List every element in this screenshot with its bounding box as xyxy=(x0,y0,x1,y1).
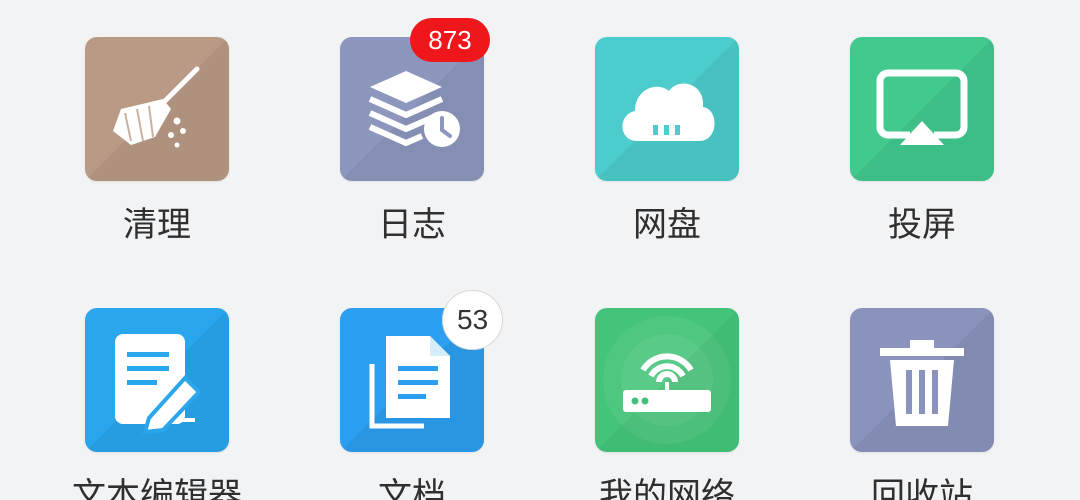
app-screen-cast[interactable]: 投屏 xyxy=(812,37,1032,245)
app-label-clean: 清理 xyxy=(123,205,191,245)
app-my-network[interactable]: 我的网络 xyxy=(557,308,777,500)
unread-count-badge: 873 xyxy=(410,18,490,62)
app-label-text-editor: 文本编辑器 xyxy=(72,476,242,500)
unread-count-badge: 53 xyxy=(442,290,504,350)
router-icon xyxy=(595,308,739,452)
app-grid: 清理 873 日志 网盘 投屏 文本编辑器 53 文档 我的网络 回收站 xyxy=(0,0,1080,500)
app-label-screen-cast: 投屏 xyxy=(888,205,956,245)
app-log[interactable]: 873 日志 xyxy=(302,18,522,245)
app-recycle-bin[interactable]: 回收站 xyxy=(812,308,1032,500)
document-pen-icon xyxy=(85,308,229,452)
app-clean[interactable]: 清理 xyxy=(47,37,267,245)
app-label-my-network: 我的网络 xyxy=(599,476,735,500)
trash-icon xyxy=(850,308,994,452)
app-documents[interactable]: 53 文档 xyxy=(302,290,522,500)
app-label-documents: 文档 xyxy=(378,476,446,500)
screen-cast-icon xyxy=(850,37,994,181)
broom-icon xyxy=(85,37,229,181)
app-cloud-drive[interactable]: 网盘 xyxy=(557,37,777,245)
cloud-icon xyxy=(595,37,739,181)
app-label-cloud-drive: 网盘 xyxy=(633,205,701,245)
app-label-recycle-bin: 回收站 xyxy=(871,476,973,500)
app-text-editor[interactable]: 文本编辑器 xyxy=(47,308,267,500)
app-label-log: 日志 xyxy=(378,205,446,245)
